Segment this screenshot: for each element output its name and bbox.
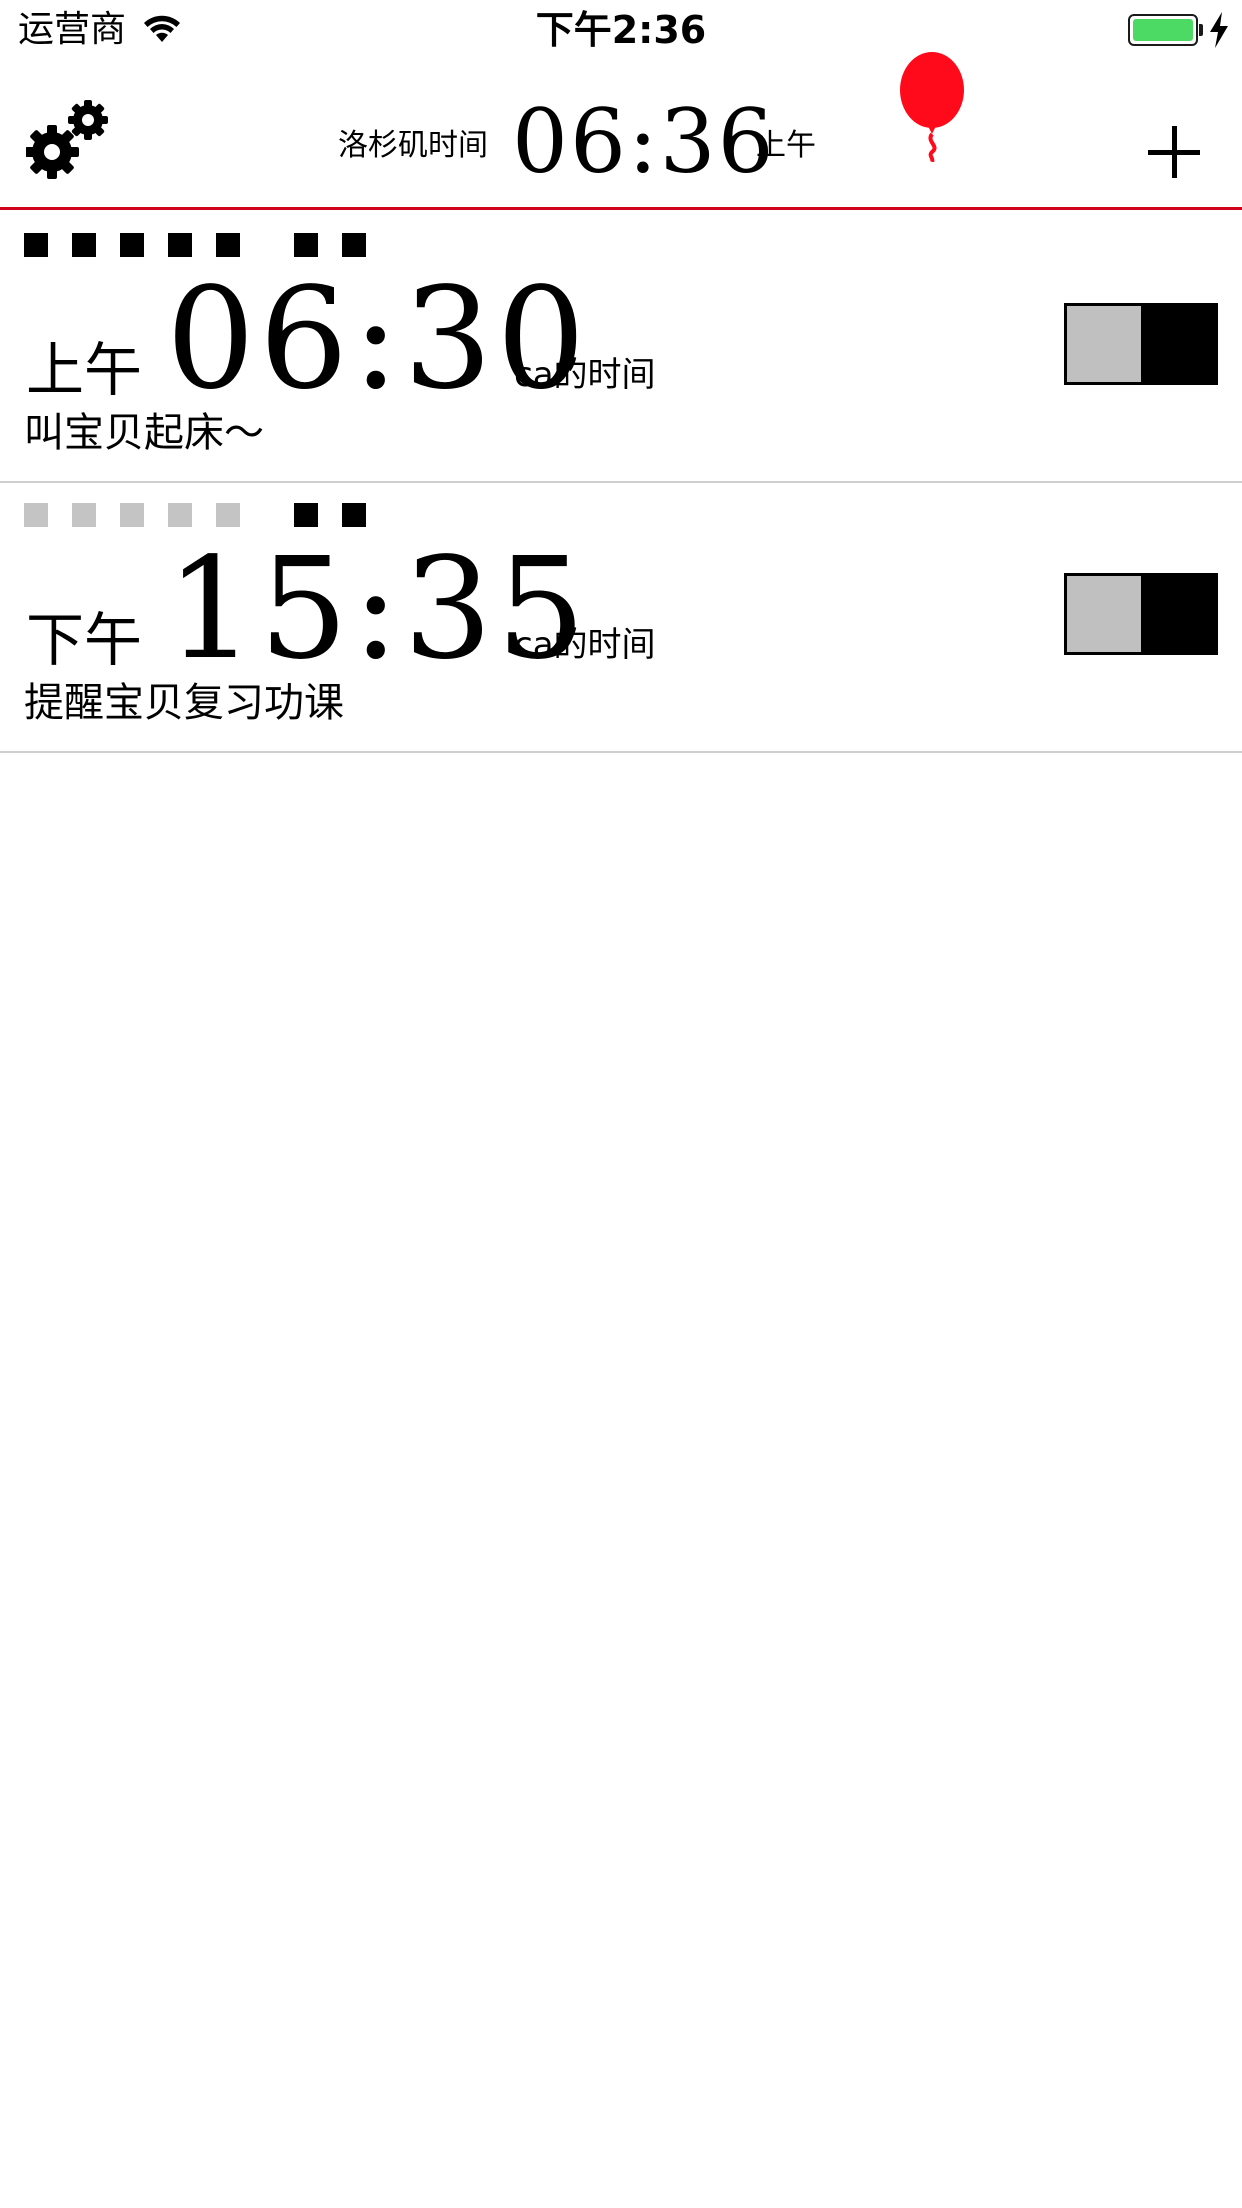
alarm-ampm: 上午: [26, 336, 143, 404]
add-alarm-button[interactable]: [1138, 116, 1210, 188]
toggle-off-segment: [1067, 306, 1141, 382]
alarm-toggle[interactable]: [1064, 303, 1218, 385]
weekday-indicator: [120, 503, 144, 527]
balloon-icon[interactable]: [896, 46, 968, 162]
alarm-timezone-label: ca的时间: [514, 355, 656, 395]
toggle-on-segment: [1141, 306, 1215, 382]
weekday-indicator: [168, 233, 192, 257]
settings-gears-icon[interactable]: [26, 98, 116, 182]
toggle-off-segment: [1067, 576, 1141, 652]
toggle-on-segment: [1141, 576, 1215, 652]
alarm-timezone-label: ca的时间: [514, 625, 656, 665]
status-bar: 运营商 下午2:36: [0, 0, 1242, 62]
weekday-indicator: [72, 503, 96, 527]
alarm-ampm: 下午: [26, 606, 143, 674]
city-ampm: 上午: [756, 128, 816, 163]
weekday-indicators: [24, 233, 424, 259]
weekday-indicator: [72, 233, 96, 257]
alarm-row[interactable]: 上午 06:30 ca的时间 叫宝贝起床～: [0, 213, 1242, 483]
city-current-time: 06:36: [512, 90, 776, 193]
battery-level: [1133, 19, 1193, 41]
alarm-app-screen: 运营商 下午2:36 洛杉矶时间 06:36 上午 上午 06:30 ca的时间…: [0, 0, 1242, 2208]
weekday-indicator: [216, 503, 240, 527]
battery-icon: [1128, 14, 1198, 46]
add-icon-vertical: [1172, 126, 1177, 178]
battery-tip: [1199, 24, 1203, 36]
city-time-label: 洛杉矶时间: [338, 128, 488, 163]
weekend-indicator: [294, 503, 318, 527]
weekday-indicator: [168, 503, 192, 527]
alarm-note: 叫宝贝起床～: [24, 410, 264, 456]
weekend-indicator: [294, 233, 318, 257]
weekday-indicator: [24, 233, 48, 257]
weekend-indicator: [342, 503, 366, 527]
header-bar: 洛杉矶时间 06:36 上午: [0, 52, 1242, 210]
status-clock: 下午2:36: [535, 8, 707, 52]
alarm-row[interactable]: 下午 15:35 ca的时间 提醒宝贝复习功课: [0, 483, 1242, 753]
weekday-indicator: [120, 233, 144, 257]
weekday-indicators: [24, 503, 424, 529]
alarm-note: 提醒宝贝复习功课: [24, 680, 344, 726]
weekend-indicator: [342, 233, 366, 257]
weekday-indicator: [24, 503, 48, 527]
alarm-toggle[interactable]: [1064, 573, 1218, 655]
charging-bolt-icon: [1210, 12, 1228, 48]
weekday-indicator: [216, 233, 240, 257]
